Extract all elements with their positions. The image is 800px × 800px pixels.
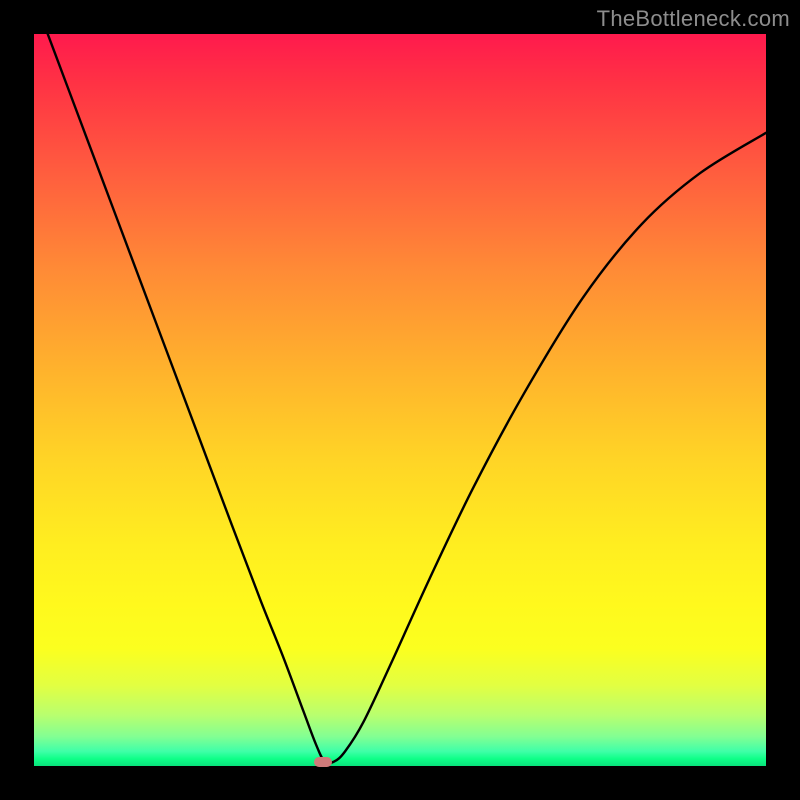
curve-svg — [34, 34, 766, 766]
plot-area — [34, 34, 766, 766]
optimum-marker — [314, 757, 332, 767]
bottleneck-curve-path — [34, 34, 766, 763]
chart-frame: TheBottleneck.com — [0, 0, 800, 800]
watermark-text: TheBottleneck.com — [597, 6, 790, 32]
